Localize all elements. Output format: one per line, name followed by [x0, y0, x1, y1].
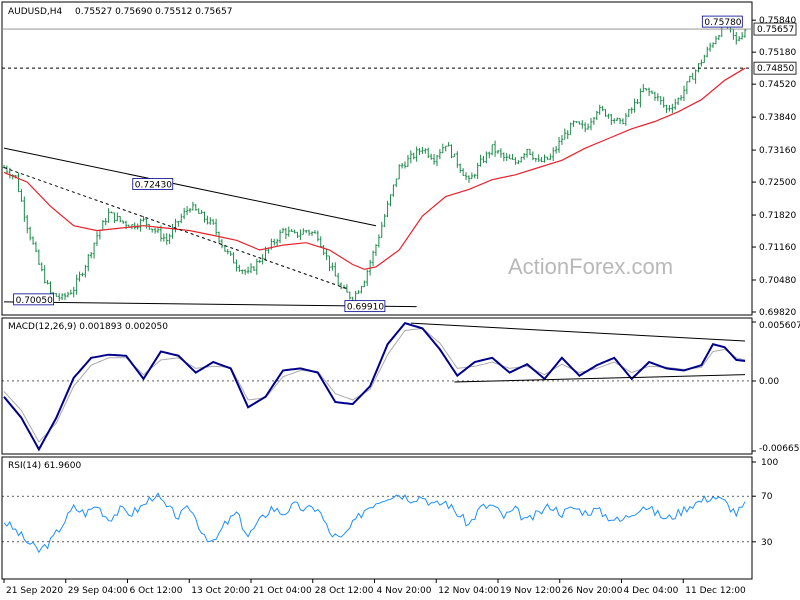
macd-trendline: [454, 374, 746, 383]
price-tick-label: 0.71820: [759, 211, 796, 221]
price-tick-label: 0.73160: [759, 146, 796, 156]
price-annotation: 0.70050: [16, 296, 53, 306]
rsi-tick-label: 100: [761, 458, 778, 468]
macd-tick-label: -0.006656: [759, 444, 800, 454]
macd-tick-label: 0.00: [759, 377, 779, 387]
rsi-plot: [2, 492, 752, 554]
macd-signal-line: [3, 327, 746, 443]
x-tick-label: 21 Oct 04:00: [253, 586, 312, 596]
x-tick-label: 6 Oct 12:00: [130, 586, 183, 596]
price-tick-label: 0.70480: [759, 276, 796, 286]
x-tick-label: 28 Oct 12:00: [315, 586, 374, 596]
macd-line: [3, 321, 746, 452]
price-tick-label: 0.74520: [759, 80, 796, 90]
price-annotation: 0.75780: [704, 18, 741, 28]
price-tick-label: 0.75180: [759, 48, 796, 58]
x-tick-label: 11 Dec 12:00: [685, 586, 746, 596]
watermark: ActionForex.com: [508, 254, 673, 279]
price-tick-label: 0.72500: [759, 178, 796, 188]
price-annotation: 0.69910: [347, 303, 384, 313]
x-tick-label: 4 Nov 20:00: [377, 586, 432, 596]
x-tick-label: 29 Sep 04:00: [68, 586, 128, 596]
price-tick-label: 0.73840: [759, 113, 796, 123]
x-tick-label: 21 Sep 2020: [6, 586, 63, 596]
level-price-label: 0.74850: [757, 64, 794, 74]
rsi-tick-label: 70: [761, 492, 773, 502]
x-tick-label: 4 Dec 04:00: [624, 586, 679, 596]
macd-trendline: [410, 322, 746, 342]
moving-average-line: [3, 67, 746, 270]
x-tick-label: 12 Nov 04:00: [438, 586, 499, 596]
trading-chart: ActionForex.com 0.72430 0.70050 0.69910 0.7…: [1, 1, 800, 596]
rsi-line: [3, 492, 746, 554]
price-tick-label: 0.71160: [759, 243, 796, 253]
rsi-panel-frame: [1, 456, 753, 580]
price-header-symbol: AUDUSD,H4: [8, 7, 63, 17]
rsi-header: RSI(14) 61.9600: [8, 461, 81, 471]
price-trendline: [3, 167, 348, 290]
macd-plot: [2, 321, 752, 452]
x-tick-label: 13 Oct 20:00: [191, 586, 250, 596]
macd-tick-label: 0.005607: [759, 321, 800, 331]
price-annotation: 0.72430: [135, 180, 172, 190]
x-tick-label: 19 Nov 12:00: [500, 586, 561, 596]
price-tick-label: 0.69820: [759, 308, 796, 318]
rsi-tick-label: 30: [761, 538, 773, 548]
price-header-ohlc: 0.75527 0.75690 0.75512 0.75657: [75, 7, 232, 17]
x-tick-label: 26 Nov 20:00: [562, 586, 623, 596]
macd-panel-frame: [1, 317, 753, 455]
macd-header: MACD(12,26,9) 0.001893 0.002050: [8, 322, 168, 332]
current-price-label: 0.75657: [757, 25, 794, 35]
